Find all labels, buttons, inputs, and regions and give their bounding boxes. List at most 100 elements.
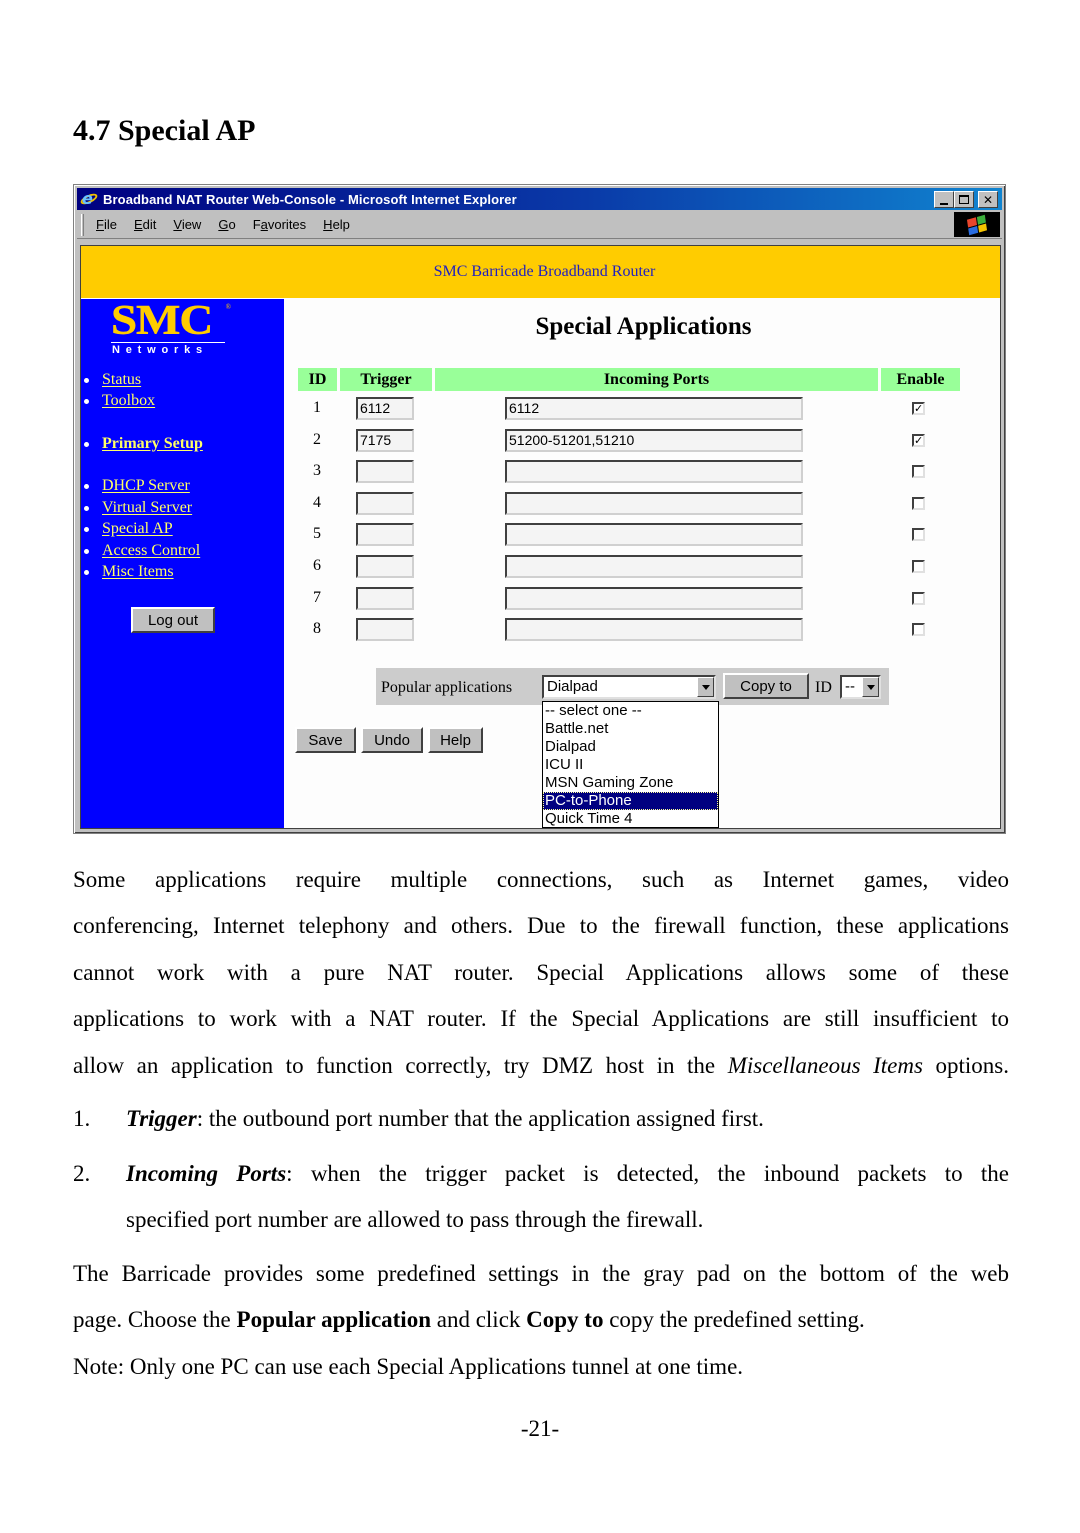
trigger-input[interactable] [356,492,414,515]
nav-link[interactable]: Status [102,371,141,389]
trigger-input[interactable] [356,555,414,578]
enable-checkbox[interactable] [912,497,925,510]
enable-checkbox[interactable] [912,465,925,478]
dropdown-option[interactable]: PC-to-Phone [543,792,718,810]
sidebar-item-misc-items[interactable]: Misc Items [81,563,174,581]
nav-link[interactable]: Special AP [102,520,173,538]
trigger-input[interactable] [356,587,414,610]
trigger-input[interactable] [356,460,414,483]
nav-link[interactable]: Toolbox [102,392,155,410]
sidebar-item-toolbox[interactable]: Toolbox [81,392,155,410]
dropdown-option[interactable]: ICU II [543,756,718,774]
dropdown-arrow-icon[interactable] [697,677,714,697]
nav-link[interactable]: Virtual Server [102,499,192,517]
nav-link[interactable]: Misc Items [102,563,174,581]
internet-explorer-icon: e [79,189,99,208]
dropdown-arrow-icon[interactable] [862,677,879,697]
menu-accel: V [173,217,182,232]
enable-checkbox[interactable] [912,528,925,541]
close-button[interactable]: ✕ [978,191,998,208]
nav-link[interactable]: Access Control [102,542,200,560]
incoming-ports-input[interactable] [505,587,803,610]
menu-file[interactable]: File [96,217,117,232]
sidebar-item-status[interactable]: Status [81,371,141,389]
menu-go[interactable]: Go [218,217,235,232]
enable-checkbox[interactable]: ✓ [912,434,925,447]
text-line: The Barricade provides some predefined s… [73,1261,1009,1286]
title-bar[interactable]: e Broadband NAT Router Web-Console - Mic… [77,188,1002,210]
row-id: 5 [313,525,321,542]
nav-link[interactable]: Primary Setup [102,435,203,453]
header-id: ID [298,368,337,391]
banner-text: SMC Barricade Broadband Router [433,263,656,280]
windows-logo-icon [966,214,988,235]
menu-edit[interactable]: Edit [134,217,156,232]
menu-label-rest: dit [142,217,157,232]
menu-label-pre: F [252,217,261,232]
minimize-button[interactable] [934,191,954,208]
trigger-input[interactable]: 7175 [356,429,414,452]
definition: : when the trigger packet is detected, t… [286,1161,1010,1186]
dropdown-option[interactable]: MSN Gaming Zone [543,774,718,792]
popular-applications-pad: Popular applications Dialpad Copy to ID … [376,668,889,705]
main-panel: Special Applications ID Trigger Incoming… [285,299,1000,828]
text-line: Incoming Ports: when the trigger packet … [126,1151,1009,1197]
copy-to-button[interactable]: Copy to [723,673,809,699]
close-icon: ✕ [982,192,994,207]
enable-checkbox[interactable] [912,623,925,636]
dropdown-option[interactable]: Quick Time 4 [543,810,718,828]
maximize-button[interactable] [954,191,974,208]
sidebar-item-dhcp-server[interactable]: DHCP Server [81,477,190,495]
enable-checkbox[interactable]: ✓ [912,402,925,415]
sidebar-item-access-control[interactable]: Access Control [81,542,200,560]
minimize-icon [940,202,948,205]
window-title: Broadband NAT Router Web-Console - Micro… [103,191,517,207]
nav-link[interactable]: DHCP Server [102,477,190,495]
emphasis-text: Miscellaneous Items [727,1052,923,1078]
registered-mark: ® [225,303,231,311]
incoming-ports-input[interactable] [505,460,803,483]
enable-checkbox[interactable] [912,592,925,605]
menu-favorites[interactable]: Favorites [253,217,306,232]
id-select[interactable]: -- [840,675,881,699]
menu-view[interactable]: View [173,217,201,232]
save-button[interactable]: Save [295,727,356,753]
browser-window: e Broadband NAT Router Web-Console - Mic… [73,184,1006,834]
dropdown-option[interactable]: Dialpad [543,738,718,756]
incoming-ports-input[interactable]: 6112 [505,397,803,420]
row-id: 1 [313,399,321,416]
text-line: conferencing, Internet telephony and oth… [73,913,1009,939]
sidebar-item-virtual-server[interactable]: Virtual Server [81,499,192,517]
incoming-ports-input[interactable] [505,618,803,641]
menu-help[interactable]: Help [323,217,350,232]
logo-subtitle: Networks [112,344,208,356]
trigger-input[interactable] [356,523,414,546]
enable-checkbox[interactable] [912,560,925,573]
trigger-input[interactable]: 6112 [356,397,414,420]
bullet-icon [84,483,89,489]
trigger-input[interactable] [356,618,414,641]
incoming-ports-input[interactable] [505,555,803,578]
text-line: applications to work with a NAT router. … [73,1006,1009,1032]
list-number: 1. [73,1106,91,1131]
bold-text: Popular application [236,1307,431,1333]
list-item-trigger: 1. Trigger: the outbound port number tha… [73,1096,1009,1142]
help-button[interactable]: Help [428,727,483,753]
undo-button[interactable]: Undo [361,727,423,753]
incoming-ports-input[interactable] [505,523,803,546]
incoming-ports-input[interactable] [505,492,803,515]
popular-applications-select[interactable]: Dialpad [542,675,716,699]
term: Incoming Ports [126,1161,287,1186]
toolbar-grip[interactable] [81,213,84,236]
row-id: 3 [313,462,321,479]
incoming-ports-input[interactable]: 51200-51201,51210 [505,429,803,452]
sidebar-item-primary-setup[interactable]: Primary Setup [81,435,203,453]
sidebar-item-special-ap[interactable]: Special AP [81,520,173,538]
menu-accel: H [323,217,333,232]
dropdown-option[interactable]: -- select one -- [543,702,718,720]
header-enable: Enable [881,368,960,391]
dropdown-option[interactable]: Battle.net [543,720,718,738]
header-trigger: Trigger [340,368,432,391]
logout-button[interactable]: Log out [131,607,215,633]
text-segment: allow an application to function correct… [73,1052,728,1078]
